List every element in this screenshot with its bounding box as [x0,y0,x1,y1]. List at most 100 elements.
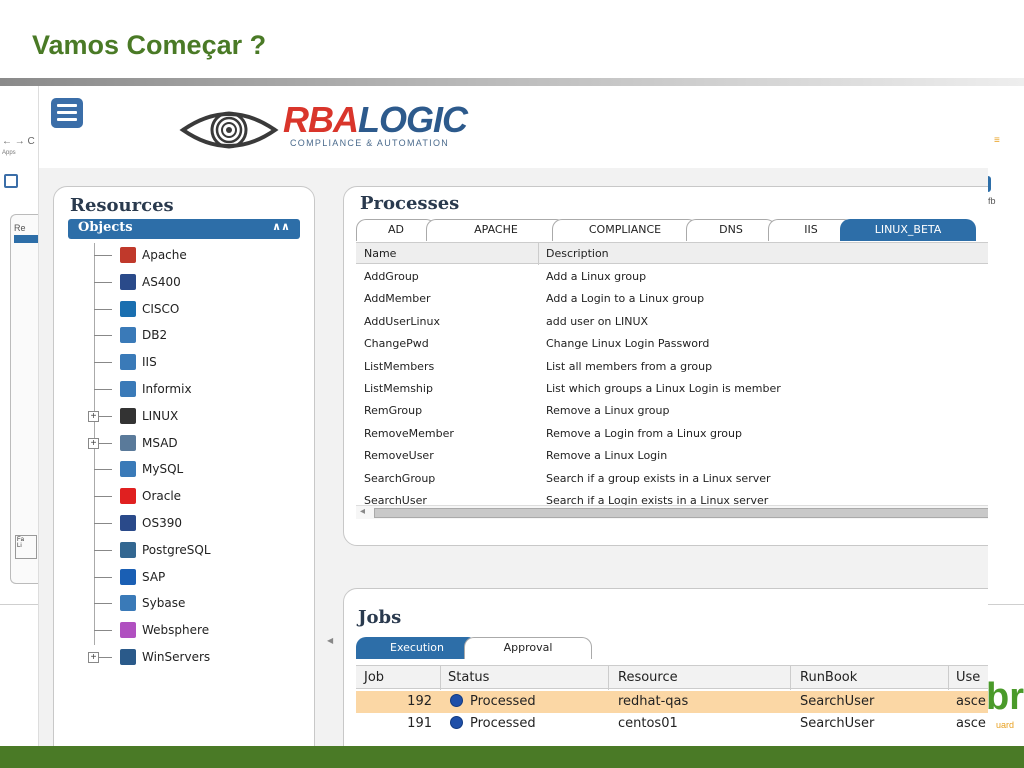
database-server-icon [120,595,136,612]
app-header: RBALOGIC COMPLIANCE & AUTOMATION [39,86,988,168]
logo-rba: RBA [283,99,359,140]
tree-item[interactable]: MySQL [54,457,314,483]
background-panel-label: Re [14,223,26,233]
tree-branch-line [94,362,112,364]
job-runbook-cell: SearchUser [800,716,875,731]
tree-item-label: OS390 [142,516,182,530]
tree-item-label: WinServers [142,650,211,664]
table-row[interactable]: RemoveUser Remove a Linux Login [356,445,988,467]
process-name-cell: ChangePwd [364,337,429,351]
tree-item[interactable]: OS390 [54,511,314,537]
tree-item[interactable]: + LINUX [54,404,314,430]
tree-item[interactable]: Apache [54,243,314,269]
tab-ad[interactable]: AD [356,219,436,241]
background-browser-fragment: ← → C Apps Re Fa Li [0,130,40,590]
resources-title: Resources [70,195,174,216]
browser-apps-label: Apps [2,150,16,156]
tab-linux-beta[interactable]: LINUX_BETA [840,219,976,241]
table-row[interactable]: ListMemship List which groups a Linux Log… [356,378,988,400]
oracle-icon [120,488,136,505]
tree-branch-line [94,549,112,551]
apache-feather-icon [120,247,136,263]
tab-compliance[interactable]: COMPLIANCE [552,219,698,241]
column-header-runbook[interactable]: RunBook [800,670,857,685]
hamburger-menu-icon[interactable] [51,98,83,128]
tree-item[interactable]: PostgreSQL [54,538,314,564]
panel-splitter-handle[interactable]: ◀ [327,636,333,645]
status-processed-icon [450,716,463,729]
tree-item[interactable]: DB2 [54,323,314,349]
column-header-status[interactable]: Status [448,670,489,685]
collapse-chevron-icon[interactable]: ∧∧ [272,220,290,233]
processes-tabs: AD APACHE COMPLIANCE DNS IIS LINUX_BETA [356,219,988,241]
tree-item[interactable]: Oracle [54,484,314,510]
tab-approval[interactable]: Approval [464,637,592,659]
tree-item[interactable]: IIS [54,350,314,376]
tree-item[interactable]: + MSAD [54,431,314,457]
expand-plus-icon[interactable]: + [88,652,99,663]
tree-item[interactable]: Informix [54,377,314,403]
table-row[interactable]: AddMember Add a Login to a Linux group [356,288,988,310]
database-server-icon [120,327,136,344]
tree-item[interactable]: AS400 [54,270,314,296]
column-separator [608,666,609,690]
table-row[interactable]: RemGroup Remove a Linux group [356,400,988,422]
background-panel-bar [14,235,38,243]
job-id-cell: 192 [407,694,432,709]
column-header-resource[interactable]: Resource [618,670,678,685]
jobs-title: Jobs [358,607,402,628]
column-header-name[interactable]: Name [364,247,396,260]
tree-item-label: PostgreSQL [142,542,211,557]
table-row[interactable]: AddGroup Add a Linux group [356,266,988,288]
slide-title: Vamos Começar ? [32,30,267,60]
tree-item[interactable]: Sybase [54,591,314,617]
process-description-cell: Remove a Login from a Linux group [546,426,742,440]
title-divider [0,78,1024,86]
process-description-cell: Remove a Linux Login [546,449,668,463]
horizontal-scrollbar[interactable]: ◂ [356,505,988,519]
tab-execution[interactable]: Execution [356,637,478,659]
tree-branch-line [94,335,112,337]
tree-item[interactable]: SAP [54,565,314,591]
tree-item[interactable]: CISCO [54,297,314,323]
expand-plus-icon[interactable]: + [88,437,99,449]
tree-item-label: CISCO [142,301,180,316]
table-row[interactable]: AddUserLinux add user on LINUX [356,311,988,333]
job-status-cell: Processed [470,716,536,731]
tree-branch-line [94,389,112,390]
tree-item[interactable]: Websphere [54,618,314,644]
slide-rule-left [0,604,38,605]
tree-item-label: Oracle [142,489,182,504]
tab-dns[interactable]: DNS [686,219,776,241]
websphere-globe-icon [120,622,136,639]
table-row[interactable]: 192 Processed redhat-qas SearchUser asce [356,691,988,713]
scrollbar-thumb[interactable] [374,508,988,518]
processes-title: Processes [360,193,460,214]
table-row[interactable]: RemoveMember Remove a Login from a Linux … [356,423,988,445]
process-description-cell: List all members from a group [546,359,713,373]
jobs-tabs: Execution Approval [356,637,656,659]
windows-server-icon [120,649,136,665]
sap-icon [120,568,136,585]
job-user-cell: asce [956,716,986,731]
column-header-job[interactable]: Job [364,670,384,685]
scroll-left-arrow-icon[interactable]: ◂ [360,506,365,517]
objects-header[interactable]: Objects ∧∧ [68,219,300,239]
table-row[interactable]: ChangePwd Change Linux Login Password [356,333,988,355]
table-row[interactable]: ListMembers List all members from a group [356,356,988,378]
tree-item-label: MySQL [142,462,184,477]
table-row[interactable]: 191 Processed centos01 SearchUser asce [356,713,988,735]
column-header-description[interactable]: Description [546,247,609,260]
tab-apache[interactable]: APACHE [426,219,566,241]
job-id-cell: 191 [407,716,432,731]
expand-plus-icon[interactable]: + [88,410,99,422]
tree-item[interactable]: + WinServers [54,645,314,671]
process-name-cell: RemoveMember [364,426,454,440]
process-name-cell: AddMember [364,292,431,306]
job-runbook-cell: SearchUser [800,694,875,709]
column-header-user[interactable]: Use [956,670,980,685]
column-separator [790,666,791,690]
table-row[interactable]: SearchGroup Search if a group exists in a… [356,468,988,490]
tree-branch-line [94,308,112,310]
tree-branch-line [94,469,112,471]
